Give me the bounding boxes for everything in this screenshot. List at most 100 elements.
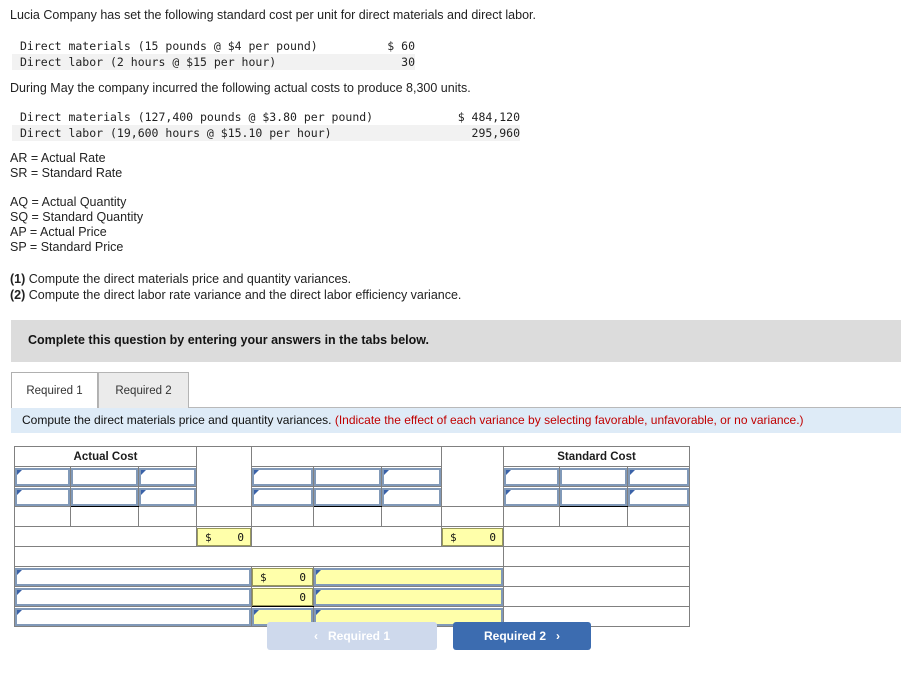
requirement-number: (2) — [10, 288, 26, 302]
variance-name-dropdown-1[interactable] — [15, 567, 251, 586]
table-row: Direct materials (127,400 pounds @ $3.80… — [12, 109, 520, 125]
actual-unit-dropdown-1[interactable] — [139, 467, 196, 486]
actual-label-dropdown-1[interactable] — [15, 467, 70, 486]
middle-label-dropdown-2[interactable] — [252, 487, 313, 506]
standard-cell-blank — [627, 506, 690, 527]
fact-label: Direct materials (15 pounds @ $4 per pou… — [20, 39, 318, 53]
middle-cell — [251, 486, 314, 507]
previous-required-button[interactable]: ‹ Required 1 — [267, 622, 437, 650]
worksheet-header-row: Actual Cost Standard Cost — [14, 446, 690, 507]
amount-text: 0 — [237, 530, 244, 544]
next-button-label: Required 2 — [483, 629, 546, 643]
variance-amount-cell-1: $0 — [251, 566, 314, 587]
legend-quantity-definitions: AQ = Actual Quantity SQ = Standard Quant… — [10, 195, 143, 255]
variance-blank-right-1 — [503, 566, 690, 587]
middle-value-input-2[interactable] — [314, 487, 381, 506]
actual-total-cell: $0 — [196, 526, 252, 547]
tab-required-1[interactable]: Required 1 — [11, 372, 98, 408]
middle-cell — [381, 466, 442, 487]
standard-label-dropdown-2[interactable] — [504, 487, 559, 506]
requirement-text: Compute the direct materials price and q… — [25, 272, 352, 286]
standard-cell — [627, 466, 690, 487]
middle-cell-blank — [381, 506, 442, 527]
legend-item: SR = Standard Rate — [10, 166, 123, 180]
standard-value-input-2[interactable] — [560, 487, 627, 506]
standard-cost-header: Standard Cost — [503, 446, 690, 467]
worksheet-upper-table: Actual Cost Standard Cost $ 0 $ 0 $ 0 0 — [14, 446, 690, 627]
standard-value-input-1[interactable] — [560, 467, 627, 486]
middle-label-dropdown-1[interactable] — [252, 467, 313, 486]
variance-blank-right-2 — [503, 586, 690, 607]
actual-total-value[interactable]: $0 — [197, 527, 251, 546]
tab-required-2[interactable]: Required 2 — [98, 372, 189, 408]
middle-header-blank — [251, 446, 442, 467]
standard-total-cell: $0 — [441, 526, 504, 547]
standard-cell — [559, 466, 628, 487]
middle-total-blank — [251, 526, 442, 547]
instruction-text: Compute the direct materials price and q… — [22, 413, 804, 427]
instruction-banner: Compute the direct materials price and q… — [11, 407, 901, 433]
next-required-button[interactable]: Required 2 › — [453, 622, 591, 650]
instruction-hint: (Indicate the effect of each variance by… — [334, 413, 804, 427]
fact-label: Direct labor (19,600 hours @ $15.10 per … — [20, 126, 332, 140]
requirement-item: (1) Compute the direct materials price a… — [10, 271, 461, 287]
middle-cell — [313, 486, 382, 507]
spacer-cell-right — [441, 506, 504, 527]
standard-cost-facts-table: Direct materials (15 pounds @ $4 per pou… — [12, 38, 415, 70]
fact-label: Direct labor (2 hours @ $15 per hour) — [20, 55, 277, 69]
previous-button-label: Required 1 — [327, 629, 390, 643]
requirements-list: (1) Compute the direct materials price a… — [10, 271, 461, 303]
variance-amount-2[interactable]: 0 — [252, 587, 313, 606]
variance-effect-dropdown-1[interactable] — [314, 567, 503, 586]
middle-value-input-1[interactable] — [314, 467, 381, 486]
middle-unit-dropdown-2[interactable] — [382, 487, 441, 506]
fact-amount: 30 — [401, 55, 415, 69]
amount-text: 0 — [299, 570, 306, 584]
actual-cell — [70, 466, 139, 487]
actual-value-input-1[interactable] — [71, 467, 138, 486]
variance-amount-1[interactable]: $0 — [252, 567, 313, 586]
actual-label-dropdown-2[interactable] — [15, 487, 70, 506]
actual-value-input-2[interactable] — [71, 487, 138, 506]
complete-question-text: Complete this question by entering your … — [28, 333, 429, 347]
standard-cell-blank — [559, 506, 628, 527]
legend-item: SQ = Standard Quantity — [10, 210, 144, 224]
variance-effect-dropdown-2[interactable] — [314, 587, 503, 606]
middle-unit-dropdown-1[interactable] — [382, 467, 441, 486]
standard-label-dropdown-1[interactable] — [504, 467, 559, 486]
actual-unit-dropdown-2[interactable] — [139, 487, 196, 506]
currency-symbol: $ — [450, 530, 457, 544]
middle-cell — [381, 486, 442, 507]
intro-actual-text: During May the company incurred the foll… — [10, 81, 471, 95]
actual-cell — [70, 486, 139, 507]
instruction-main: Compute the direct materials price and q… — [22, 413, 335, 427]
actual-cell — [14, 486, 71, 507]
tab-label: Required 1 — [26, 384, 83, 397]
actual-cell — [138, 486, 197, 507]
legend-item: AQ = Actual Quantity — [10, 195, 127, 209]
separator-blank-right — [503, 546, 690, 567]
requirement-number: (1) — [10, 272, 26, 286]
table-row — [14, 466, 690, 487]
fact-amount: $ 60 — [387, 39, 415, 53]
requirement-tabs: Required 1 Required 2 — [11, 372, 901, 408]
spacer-cell-left — [196, 446, 252, 507]
currency-symbol: $ — [205, 530, 212, 544]
separator-blank-left — [14, 546, 504, 567]
standard-total-value[interactable]: $0 — [442, 527, 503, 546]
actual-cost-facts-table: Direct materials (127,400 pounds @ $3.80… — [12, 109, 520, 141]
variance-amount-cell-2: 0 — [251, 586, 314, 607]
standard-cell — [627, 486, 690, 507]
variance-name-dropdown-2[interactable] — [15, 587, 251, 606]
variance-label-cell-1 — [14, 566, 252, 587]
actual-cell — [14, 466, 71, 487]
variance-worksheet: Actual Cost Standard Cost $ 0 $ 0 $ 0 0 — [14, 446, 690, 627]
legend-item: SP = Standard Price — [10, 240, 124, 254]
actual-cell-blank — [138, 506, 197, 527]
complete-question-banner: Complete this question by entering your … — [11, 320, 901, 362]
standard-cell — [559, 486, 628, 507]
standard-unit-dropdown-2[interactable] — [628, 487, 689, 506]
standard-unit-dropdown-1[interactable] — [628, 467, 689, 486]
standard-total-blank — [503, 526, 690, 547]
requirement-text: Compute the direct labor rate variance a… — [25, 288, 462, 302]
